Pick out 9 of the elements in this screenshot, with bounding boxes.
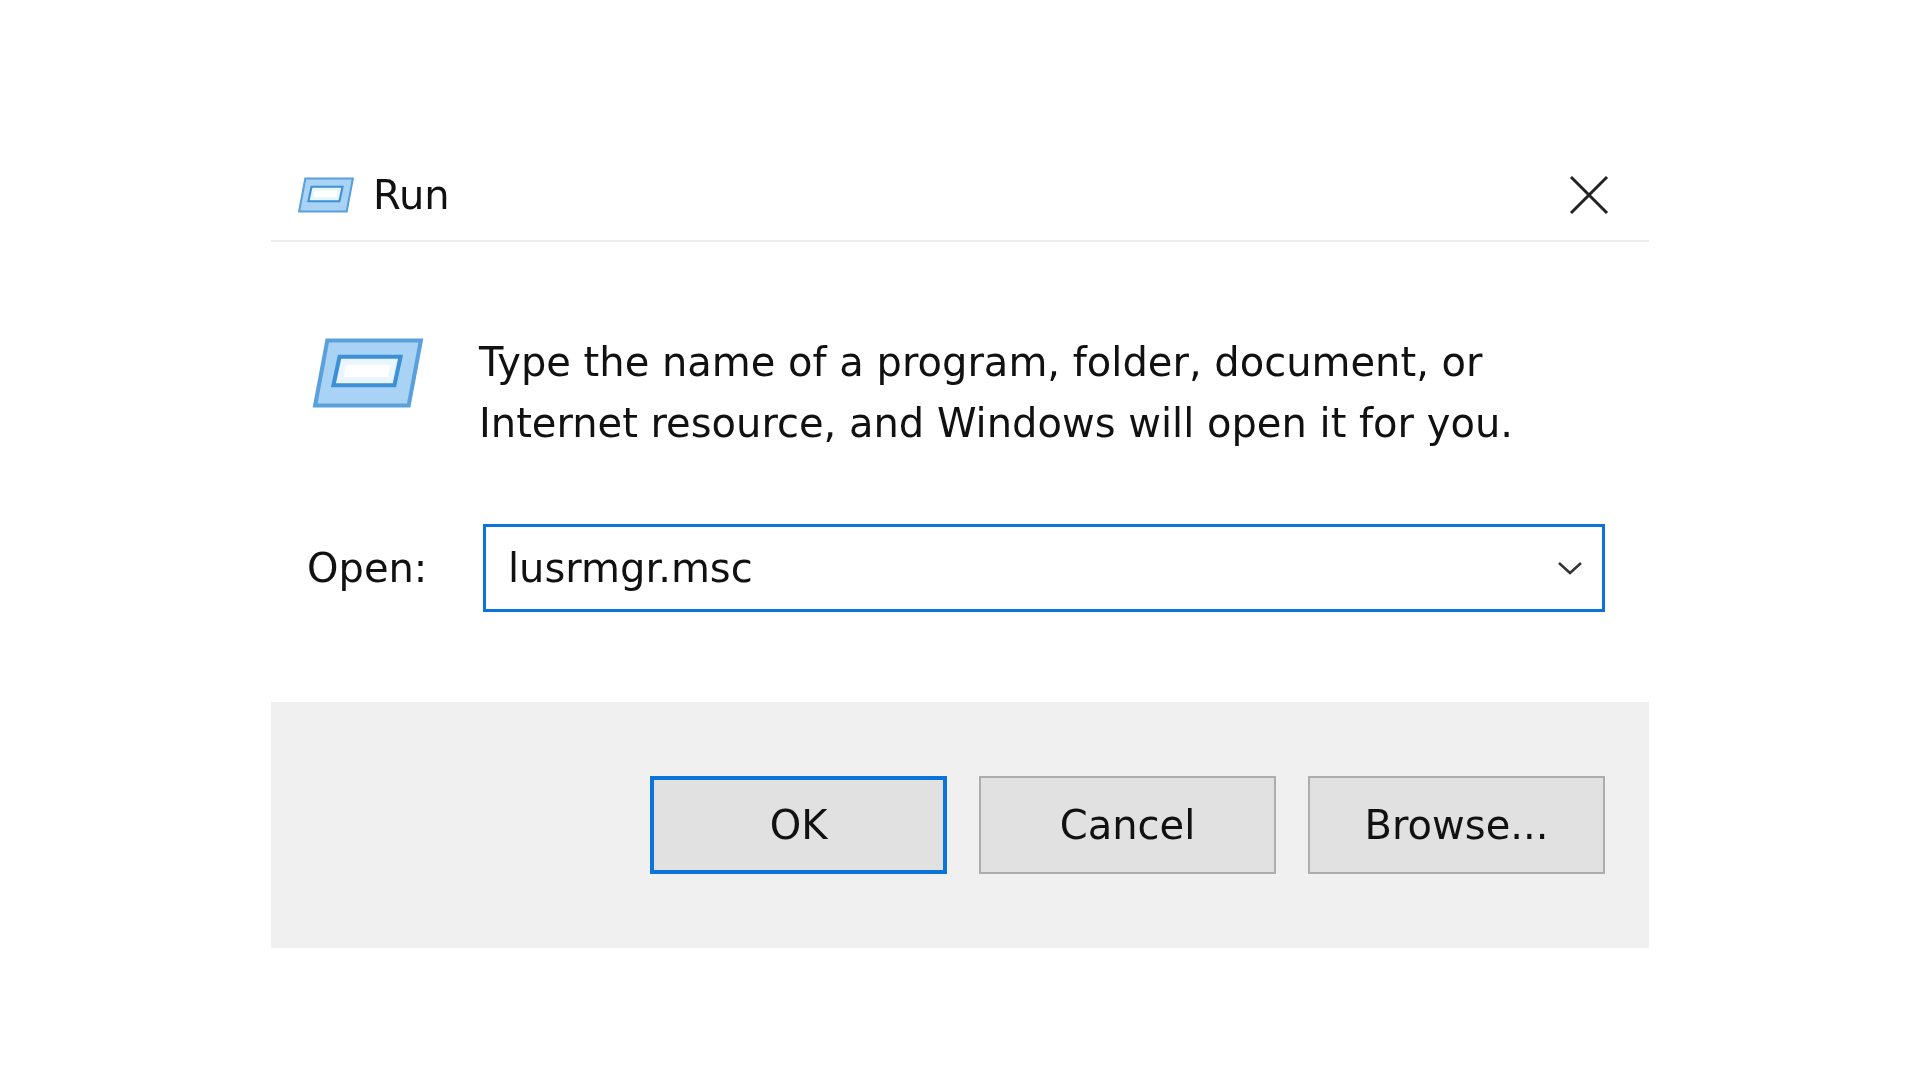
dialog-button[interactable]: OK xyxy=(650,776,947,874)
instruction-text: Type the name of a program, folder, document, or Internet resource, and Windows will open it for you. xyxy=(479,338,1514,448)
open-combo-box[interactable]: lusrmgr.msc xyxy=(483,524,1605,612)
open-label: Open: xyxy=(307,545,427,591)
run-icon xyxy=(295,174,357,216)
chevron-down-icon[interactable] xyxy=(1557,560,1583,576)
dialog-button[interactable]: Cancel xyxy=(979,776,1276,874)
window-title: Run xyxy=(373,172,451,218)
dialog-button[interactable]: Browse... xyxy=(1308,776,1605,874)
